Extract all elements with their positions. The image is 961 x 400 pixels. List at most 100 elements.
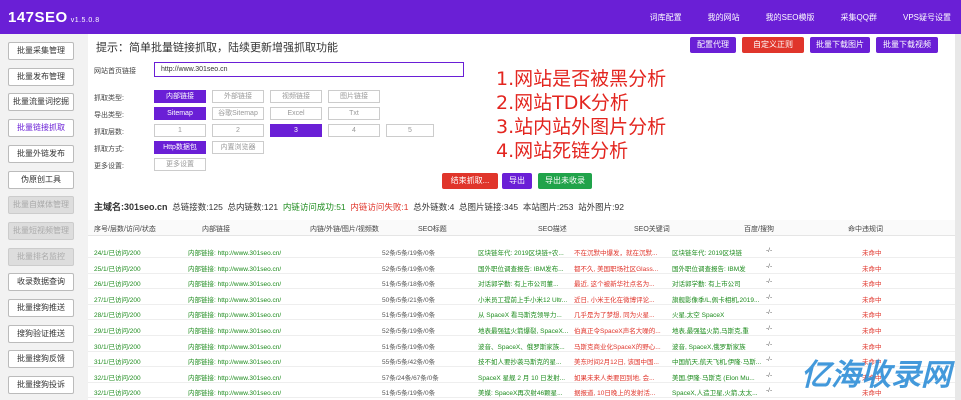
internal-fail: 内链访问失败:1 [350,202,409,212]
sidebar-item[interactable]: 批量发布管理 [8,67,74,86]
app-logo: 147SEO v1.5.0.8 [8,9,100,26]
cell-hit: 未命中 [862,265,882,273]
cell-keywords: 波音, SpaceX,俄罗斯家族 [672,343,746,351]
sidebar-item: 批量自媒体管理 [8,196,74,215]
cell-rank: -/- [766,309,773,317]
main-panel: 提示：简单批量链接抓取，陆续更新增强抓取功能 配置代理 自定义正则 批量下载图片… [88,34,961,400]
nav-qq-group[interactable]: 采集QQ群 [841,12,877,23]
table-row[interactable]: 25/1/已访问/200 内部链接: http://www.301seo.cn/5… [88,259,961,274]
cell-keywords: 美国,伊隆·马斯克 (Elon Mu... [672,374,755,382]
crawl-type-image[interactable]: 图片链接 [328,90,380,103]
cell-hit: 未命中 [862,312,882,320]
export-unindexed-button[interactable]: 导出未收录 [538,173,592,189]
export-excel[interactable]: Excel [270,107,322,120]
download-videos-button[interactable]: 批量下载视频 [876,37,938,53]
sidebar-item[interactable]: 批量链接抓取 [8,119,74,138]
cell-desc: 几乎是为了梦想, 同为火星... [574,312,655,320]
cell-hit: 未命中 [862,281,882,289]
cell-rank: -/- [766,278,773,286]
cell-link: 内部链接: http://www.301seo.cn/ [188,312,282,320]
export-sitemap[interactable]: Sitemap [154,107,206,120]
cell-link: 内部链接: http://www.301seo.cn/ [188,265,282,273]
cell-status: 32/1/已访问/200 [94,390,141,398]
cell-desc: 马斯克商业化SpaceX的野心... [574,343,661,351]
url-input[interactable]: http://www.301seo.cn [154,62,464,77]
annotation-4: 4.网站死链分析 [496,140,629,162]
table-row[interactable]: 24/1/已访问/200 内部链接: http://www.301seo.cn/5… [88,243,961,258]
cell-title: 技不如人要抄袭马斯克的星... [478,359,562,367]
depth-3[interactable]: 3 [270,124,322,137]
sidebar-item[interactable]: 批量流量词挖掘 [8,93,74,112]
cell-link: 内部链接: http://www.301seo.cn/ [188,359,282,367]
table-header: 序号/层数/访问/状态 内部链接 内链/外链/图片/视频数 SEO标题 SEO描… [88,220,961,236]
cell-status: 27/1/已访问/200 [94,296,141,304]
sidebar-item[interactable]: 搜狗验证推送 [8,324,74,343]
depth-4[interactable]: 4 [328,124,380,137]
col-keywords: SEO关键词 [634,226,670,233]
nav-vps-settings[interactable]: VPS疑号设置 [903,12,951,23]
depth-5[interactable]: 5 [386,124,434,137]
sidebar: 批量采集管理 批量发布管理 批量流量词挖掘 批量链接抓取 批量外链发布 伪原创工具批量自媒… [0,34,86,400]
col-status: 序号/层数/访问/状态 [94,226,156,233]
depth-1[interactable]: 1 [154,124,206,137]
watermark-logo: 亿海收录网 [801,358,951,393]
total-links: 总链接数:125 [172,202,223,212]
col-hit: 命中违规词 [848,226,883,233]
table-row[interactable]: 27/1/已访问/200 内部链接: http://www.301seo.cn/5… [88,290,961,305]
nav-dictionary[interactable]: 词库配置 [650,12,682,23]
col-link: 内部链接 [202,226,230,233]
cell-keywords: 地表,最强猛火箭,马斯克,重 [672,328,749,335]
stop-crawl-button[interactable]: 结束抓取... [442,173,498,189]
sidebar-item[interactable]: 收录数据查询 [8,273,74,292]
top-nav: 词库配置 我的网站 我的SEO模版 采集QQ群 VPS疑号设置 [624,12,951,23]
export-txt[interactable]: Txt [328,107,380,120]
export-button[interactable]: 导出 [502,173,532,189]
cell-status: 26/1/已访问/200 [94,281,141,289]
url-label: 网站首页链接 [94,68,136,75]
cell-desc: 如果未来人类要回到地, 会... [574,374,655,382]
sidebar-item[interactable]: 批量外链发布 [8,144,74,163]
more-settings-button[interactable]: 更多设置 [154,158,206,171]
cell-rank: -/- [766,387,773,395]
cell-title: 地表最强猛火箭爆裂, SpaceX... [478,328,568,335]
sidebar-item[interactable]: 批量搜狗反馈 [8,350,74,369]
cell-rank: -/- [766,325,773,332]
nav-my-sites[interactable]: 我的网站 [708,12,740,23]
cell-status: 25/1/已访问/200 [94,265,141,273]
internal-links: 总内链数:121 [227,202,279,212]
cell-rank: -/- [766,293,773,301]
cell-rank: -/- [766,371,773,379]
sidebar-item[interactable]: 批量搜狗推送 [8,299,74,317]
cell-title: 国外职位调查报告: IBM发布... [478,265,564,273]
nav-seo-templates[interactable]: 我的SEO模版 [766,12,815,23]
annotation-3: 3.站内站外图片分析 [496,116,667,138]
download-images-button[interactable]: 批量下载图片 [810,37,870,53]
cell-status: 30/1/已访问/200 [94,343,141,351]
method-browser[interactable]: 内置浏览器 [212,141,264,154]
cell-keywords: 火星,太空 SpaceX [672,312,725,320]
table-row[interactable]: 26/1/已访问/200 内部链接: http://www.301seo.cn/5… [88,274,961,290]
host-label: 主域名: [94,202,124,212]
table-row[interactable]: 28/1/已访问/200 内部链接: http://www.301seo.cn/5… [88,305,961,321]
crawl-type-external[interactable]: 外部链接 [212,90,264,103]
export-google-sitemap[interactable]: 谷歌Sitemap [212,107,264,120]
crawl-type-video[interactable]: 视频链接 [270,90,322,103]
sidebar-item[interactable]: 批量搜狗投诉 [8,376,74,395]
scrollbar[interactable] [955,34,961,400]
col-counts: 内链/外链/图片/视频数 [310,226,379,233]
crawl-type-internal[interactable]: 内部链接 [154,90,206,103]
depth-label: 抓取层数: [94,129,124,136]
cell-status: 28/1/已访问/200 [94,312,141,320]
table-row[interactable]: 29/1/已访问/200 内部链接: http://www.301seo.cn/5… [88,321,961,336]
depth-2[interactable]: 2 [212,124,264,137]
method-http[interactable]: Http数据包 [154,141,206,154]
cell-title: 从 SpaceX 看马斯克领导力... [478,312,562,320]
proxy-config-button[interactable]: 配置代理 [690,37,736,53]
sidebar-item[interactable]: 批量采集管理 [8,42,74,60]
cell-desc: 最近, 这个被新华社点名为... [574,281,655,289]
custom-regex-button[interactable]: 自定义正则 [742,37,804,53]
sidebar-item[interactable]: 伪原创工具 [8,170,74,189]
tip-text: 提示：简单批量链接抓取，陆续更新增强抓取功能 [96,42,338,54]
external-links: 总外链数:4 [413,202,455,212]
cell-rank: -/- [766,340,773,348]
